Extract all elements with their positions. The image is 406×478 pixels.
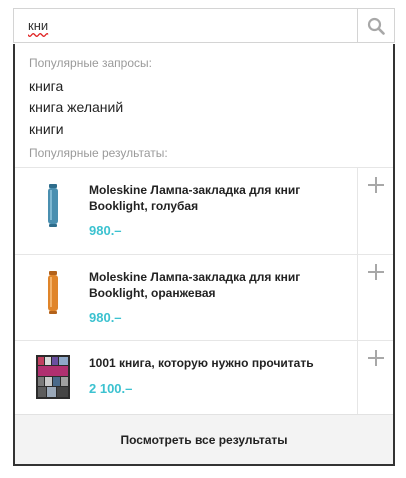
plus-icon[interactable] [368,264,384,280]
product-price: 980.– [89,223,122,238]
add-to-cart-column [357,341,393,414]
add-to-cart-column [357,255,393,340]
book-cover-image [36,355,70,399]
product-result[interactable]: Moleskine Лампа-закладка для книг Bookli… [15,254,393,340]
booklight-blue-image [48,184,58,227]
product-thumbnail[interactable] [33,271,73,315]
product-price: 2 100.– [89,381,133,396]
plus-icon[interactable] [368,350,384,366]
search-suggestions-dropdown: Популярные запросы: книга книга желаний … [13,44,395,466]
search-button[interactable] [357,9,394,42]
popular-query-item[interactable]: книга желаний [29,99,123,115]
product-title[interactable]: Moleskine Лампа-закладка для книг Bookli… [89,182,329,214]
popular-queries-label: Популярные запросы: [29,56,152,70]
popular-query-item[interactable]: книга [29,78,63,94]
product-thumbnail[interactable] [33,355,73,399]
add-to-cart-column [357,168,393,254]
product-result[interactable]: 1001 книга, которую нужно прочитать 2 10… [15,340,393,414]
plus-icon[interactable] [368,177,384,193]
popular-results-label: Популярные результаты: [29,146,168,160]
popular-query-item[interactable]: книги [29,121,64,137]
view-all-results-button[interactable]: Посмотреть все результаты [15,414,393,464]
product-thumbnail[interactable] [33,184,73,228]
product-title[interactable]: 1001 книга, которую нужно прочитать [89,355,329,371]
booklight-orange-image [48,271,58,314]
search-input[interactable]: кни [14,9,358,42]
search-icon [367,17,385,35]
search-query-text: кни [28,18,49,33]
product-title[interactable]: Moleskine Лампа-закладка для книг Bookli… [89,269,329,301]
product-result[interactable]: Moleskine Лампа-закладка для книг Bookli… [15,167,393,254]
product-price: 980.– [89,310,122,325]
search-bar: кни [13,8,395,43]
